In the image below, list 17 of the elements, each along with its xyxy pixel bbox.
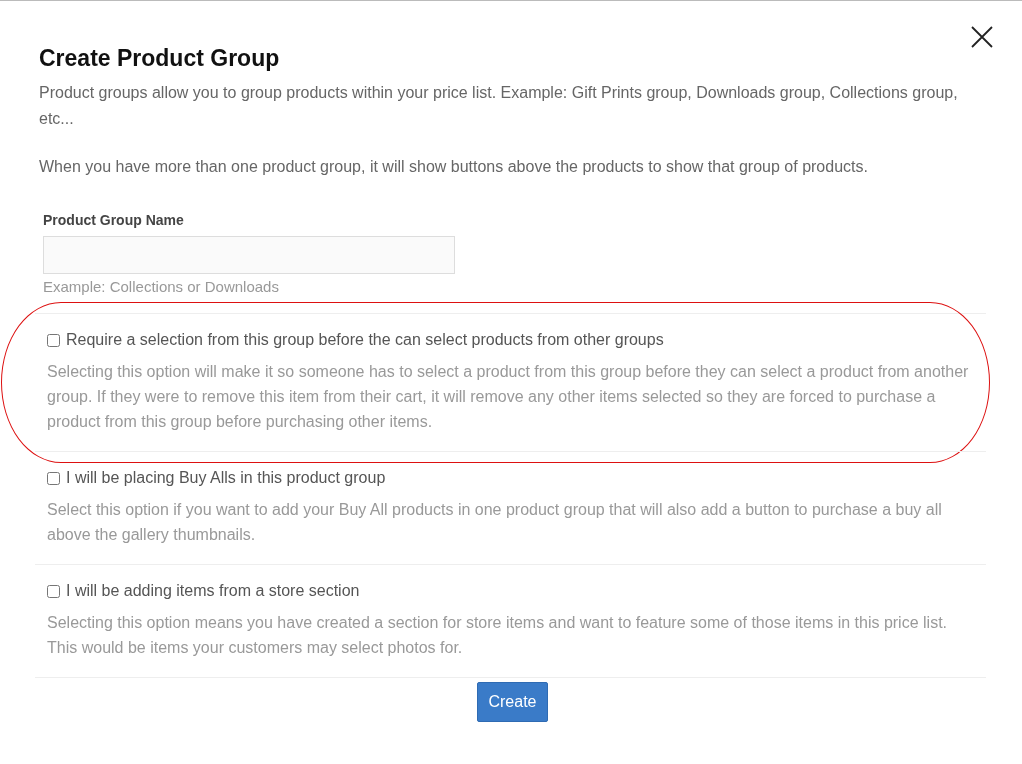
option-label[interactable]: I will be adding items from a store section — [47, 582, 974, 600]
checkbox[interactable] — [47, 333, 60, 347]
close-icon[interactable] — [970, 25, 994, 49]
option-description: Selecting this option will make it so someone has to select a product from this group before they can select a product from another group. If they were to remove this item from their cart, it will remove any other items selected so they are forced to purchase a product from this group before purchasing other items. — [47, 362, 970, 432]
checkbox[interactable] — [47, 584, 60, 598]
intro-text: When you have more than one product group, it will show buttons above the products to show that group of products. — [39, 157, 869, 177]
help-text: Example: Collections or Downloads — [43, 278, 280, 295]
intro-text: Product groups allow you to group products within your price list. Example: Gift Prints group, Downloads group, Collections group, etc... — [39, 83, 959, 129]
field-label: Product Group Name — [43, 212, 185, 228]
option-label[interactable]: I will be placing Buy Alls in this product group — [47, 469, 974, 487]
input-field[interactable] — [43, 236, 455, 274]
option-label[interactable]: Require a selection from this group before the can select products from other groups — [47, 331, 974, 349]
checkbox[interactable] — [47, 471, 60, 485]
dialog-title: Create Product Group — [39, 45, 281, 72]
option-description: Select this option if you want to add your Buy All products in one product group that will also add a button to purchase a buy all above the gallery thumbnails. — [47, 500, 943, 545]
create-button[interactable]: Create — [477, 682, 548, 722]
option-description: Selecting this option means you have created a section for store items and want to feature some of those items in this price list. This would be items your customers may select photos for. — [47, 613, 948, 658]
